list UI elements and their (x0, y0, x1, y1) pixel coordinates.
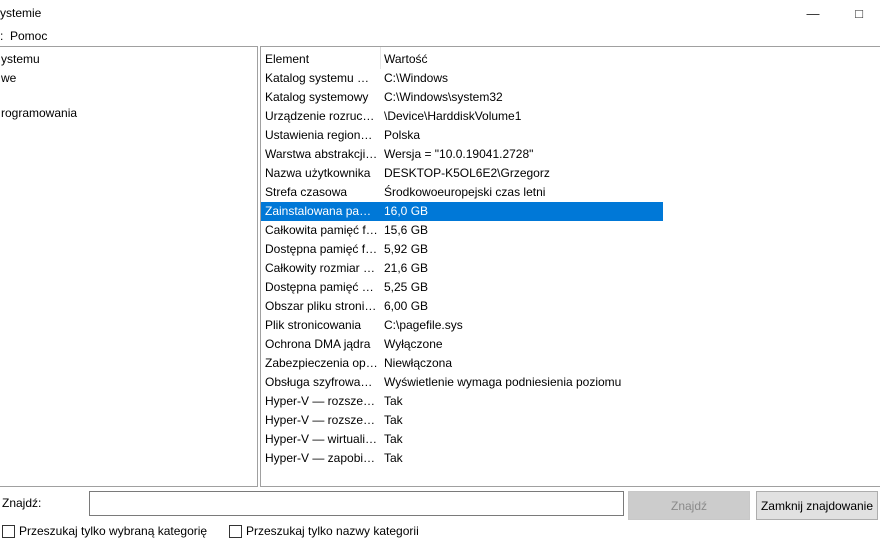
cell-element: Ochrona DMA jądra (265, 337, 371, 351)
table-row[interactable]: Całkowity rozmiar p... 21,6 GB (261, 259, 663, 278)
menu-item-help[interactable]: Pomoc (10, 29, 47, 43)
maximize-button[interactable]: □ (836, 0, 880, 26)
cell-element: Obsługa szyfrowania... (265, 375, 379, 389)
checkbox-search-category-names[interactable]: Przeszukaj tylko nazwy kategorii (229, 524, 419, 538)
cell-element: Hyper-V — zapobie... (265, 451, 379, 465)
cell-element: Obszar pliku stronic... (265, 299, 379, 313)
cell-value: 6,00 GB (384, 299, 429, 313)
checkbox-search-selected-category[interactable]: Przeszukaj tylko wybraną kategorię (2, 524, 207, 538)
minimize-icon: — (806, 5, 820, 21)
cell-element: Zabezpieczenia opar... (265, 356, 379, 370)
cell-value: 15,6 GB (384, 223, 429, 237)
cell-element: Hyper-V — wirtualiz... (265, 432, 379, 446)
cell-element: Katalog systemu Wi... (265, 71, 379, 85)
tree-item-hardware-resources[interactable]: we (1, 71, 16, 85)
cell-element: Hyper-V — rozszerz... (265, 413, 379, 427)
window-title: ystemie (0, 6, 42, 20)
cell-value: C:\pagefile.sys (384, 318, 463, 332)
cell-value: Tak (384, 394, 403, 408)
table-row[interactable]: Całkowita pamięć fiz... 15,6 GB (261, 221, 663, 240)
cell-element: Zainstalowana pami... (265, 204, 379, 218)
table-row[interactable]: Plik stronicowania C:\pagefile.sys (261, 316, 663, 335)
cell-value: Tak (384, 451, 403, 465)
table-row[interactable]: Hyper-V — rozszerz... Tak (261, 411, 663, 430)
table-row[interactable]: Katalog systemu Wi... C:\Windows (261, 69, 663, 88)
table-row[interactable]: Dostępna pamięć fiz... 5,92 GB (261, 240, 663, 259)
table-row[interactable]: Urządzenie rozrucho... \Device\HarddiskVo… (261, 107, 663, 126)
cell-element: Hyper-V — rozszerz... (265, 394, 379, 408)
table-row[interactable]: Hyper-V — wirtualiz... Tak (261, 430, 663, 449)
cell-value: 5,92 GB (384, 242, 429, 256)
table-row-selected[interactable]: Zainstalowana pami... 16,0 GB (261, 202, 663, 221)
cell-value: Tak (384, 413, 403, 427)
table-row[interactable]: Hyper-V — rozszerz... Tak (261, 392, 663, 411)
cell-value: Tak (384, 432, 403, 446)
minimize-button[interactable]: — (790, 0, 836, 26)
table-row[interactable]: Strefa czasowa Środkowoeuropejski czas le… (261, 183, 663, 202)
table-row[interactable]: Dostępna pamięć wi... 5,25 GB (261, 278, 663, 297)
table-row[interactable]: Ustawienia regionalne Polska (261, 126, 663, 145)
cell-value: DESKTOP-K5OL6E2\Grzegorz (384, 166, 550, 180)
cell-value: C:\Windows\system32 (384, 90, 503, 104)
table-row[interactable]: Obszar pliku stronic... 6,00 GB (261, 297, 663, 316)
tree-item-software-environment[interactable]: rogramowania (1, 106, 77, 120)
cell-element: Dostępna pamięć fiz... (265, 242, 379, 256)
find-input[interactable] (89, 491, 624, 516)
cell-value: Środkowoeuropejski czas letni (384, 185, 546, 199)
cell-element: Nazwa użytkownika (265, 166, 371, 180)
cell-value: Wyłączone (384, 337, 443, 351)
table-row[interactable]: Warstwa abstrakcji s... Wersja = "10.0.19… (261, 145, 663, 164)
checkbox-label: Przeszukaj tylko wybraną kategorię (19, 524, 208, 538)
cell-value: Polska (384, 128, 421, 142)
table-row[interactable]: Hyper-V — zapobie... Tak (261, 449, 663, 468)
table-row[interactable]: Obsługa szyfrowania... Wyświetlenie wymag… (261, 373, 663, 392)
find-bar: Znajdź: Znajdź Zamknij znajdowanie Przes… (0, 488, 880, 540)
maximize-icon: □ (855, 5, 863, 21)
column-header-value[interactable]: Wartość (380, 47, 580, 69)
close-find-button[interactable]: Zamknij znajdowanie (756, 491, 878, 520)
cell-element: Ustawienia regionalne (265, 128, 379, 142)
cell-value: 21,6 GB (384, 261, 429, 275)
table-row[interactable]: Zabezpieczenia opar... Niewłączona (261, 354, 663, 373)
tree-item-system-summary[interactable]: ystemu (1, 52, 40, 66)
cell-element: Katalog systemowy (265, 90, 369, 104)
menu-bar: : Pomoc (0, 27, 880, 45)
cell-value: Niewłączona (384, 356, 453, 370)
find-label: Znajdź: (2, 496, 42, 510)
cell-value: 16,0 GB (384, 204, 429, 218)
cell-value: \Device\HarddiskVolume1 (384, 109, 522, 123)
details-list[interactable]: Element Wartość Katalog systemu Wi... C:\… (260, 46, 880, 487)
cell-element: Urządzenie rozrucho... (265, 109, 379, 123)
cell-value: Wyświetlenie wymaga podniesienia poziomu (384, 375, 622, 389)
cell-value: C:\Windows (384, 71, 449, 85)
checkbox-icon[interactable] (2, 524, 15, 538)
table-row[interactable]: Ochrona DMA jądra Wyłączone (261, 335, 663, 354)
cell-element: Całkowity rozmiar p... (265, 261, 379, 275)
checkbox-label: Przeszukaj tylko nazwy kategorii (246, 524, 419, 538)
category-tree[interactable]: ystemu we rogramowania (0, 46, 258, 487)
menu-item-partial[interactable]: : (0, 29, 3, 43)
cell-element: Strefa czasowa (265, 185, 348, 199)
table-row[interactable]: Katalog systemowy C:\Windows\system32 (261, 88, 663, 107)
cell-element: Warstwa abstrakcji s... (265, 147, 379, 161)
find-button[interactable]: Znajdź (628, 491, 750, 520)
cell-element: Dostępna pamięć wi... (265, 280, 379, 294)
cell-element: Plik stronicowania (265, 318, 362, 332)
table-row[interactable]: Nazwa użytkownika DESKTOP-K5OL6E2\Grzegor… (261, 164, 663, 183)
cell-value: Wersja = "10.0.19041.2728" (384, 147, 534, 161)
title-bar: ystemie — □ (0, 0, 880, 26)
checkbox-icon[interactable] (229, 524, 242, 538)
cell-element: Całkowita pamięć fiz... (265, 223, 379, 237)
cell-value: 5,25 GB (384, 280, 429, 294)
column-header-element[interactable]: Element (261, 47, 380, 69)
